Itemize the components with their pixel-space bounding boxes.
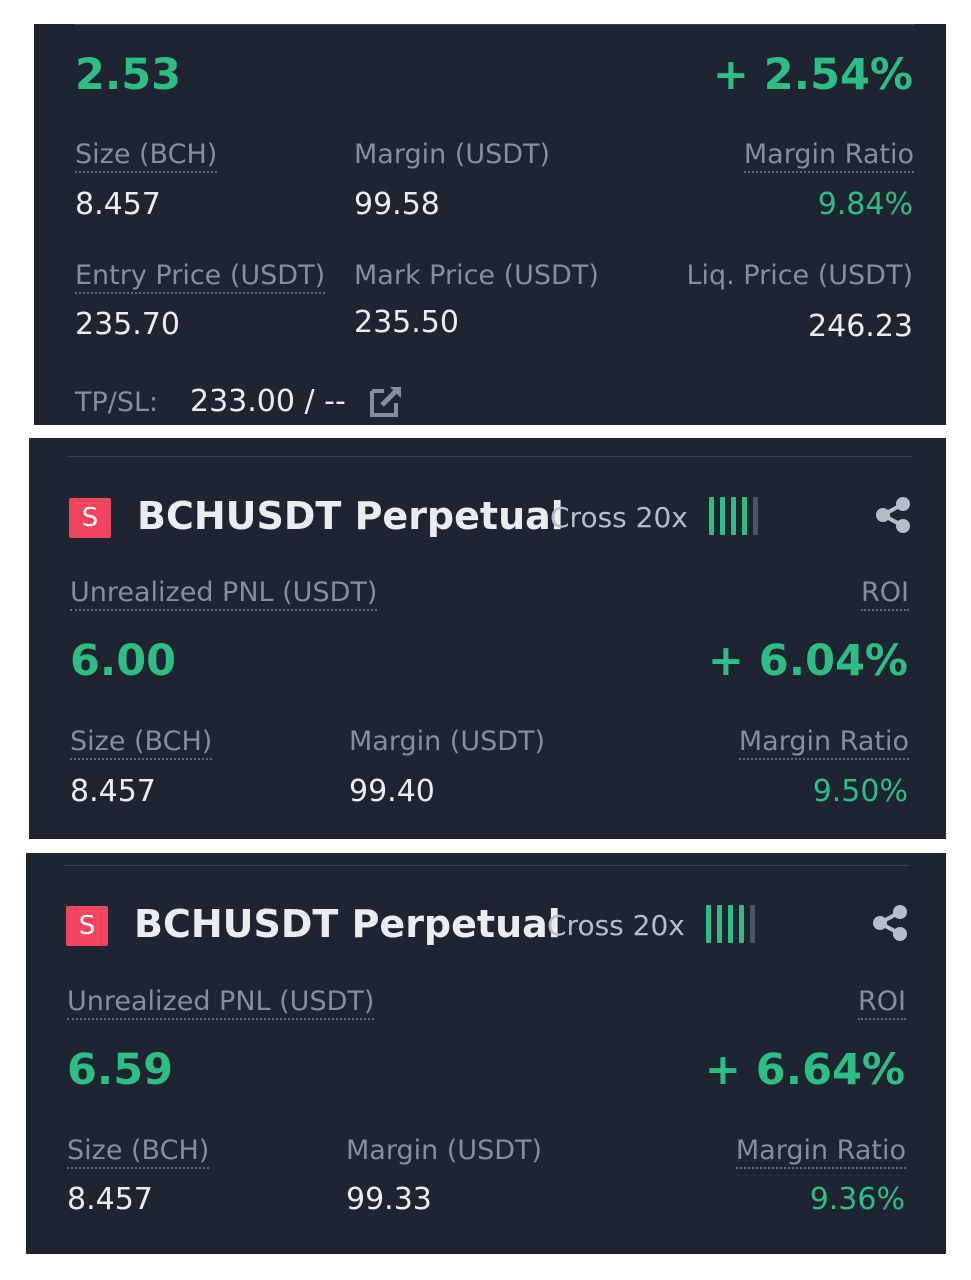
unrealized-pnl-value: 2.53 [75,50,182,100]
margin-ratio-label[interactable]: Margin Ratio [735,1135,906,1169]
margin-ratio-label[interactable]: Margin Ratio [738,726,909,760]
entry-price-value: 235.70 [75,307,180,342]
entry-price-label[interactable]: Entry Price (USDT) [75,260,326,294]
share-icon[interactable] [870,903,910,943]
divider [67,456,912,457]
margin-label: Margin (USDT) [346,1135,543,1166]
adl-bar [739,905,744,943]
unrealized-pnl-value: 6.59 [67,1045,174,1095]
margin-ratio-value: 9.36% [809,1182,905,1217]
roi-label[interactable]: ROI [858,986,906,1020]
size-value: 8.457 [70,774,156,809]
margin-ratio-value: 9.50% [812,774,908,809]
roi-value: + 2.54% [712,50,913,100]
size-value: 8.457 [67,1182,153,1217]
divider [74,24,914,25]
adl-bar [753,497,758,535]
margin-label: Margin (USDT) [349,726,546,757]
liq-price-value: 246.23 [808,309,913,344]
position-card-1: 2.53 + 2.54% Size (BCH) Margin (USDT) Ma… [34,24,946,425]
short-badge: S [66,906,108,946]
adl-indicator [706,905,755,943]
size-value: 8.457 [75,187,161,222]
position-card-3: S BCHUSDT Perpetual Cross 20x Unrealized… [26,853,946,1254]
adl-bar [709,497,714,535]
mark-price-value: 235.50 [354,305,459,340]
tpsl-label: TP/SL: [75,387,159,418]
adl-bar [720,497,725,535]
unrealized-pnl-label[interactable]: Unrealized PNL (USDT) [70,577,378,611]
liq-price-label: Liq. Price (USDT) [686,260,913,291]
roi-value: + 6.64% [704,1045,905,1095]
size-label[interactable]: Size (BCH) [75,139,218,173]
margin-value: 99.40 [349,774,435,809]
share-icon[interactable] [873,495,913,535]
position-card-2: S BCHUSDT Perpetual Cross 20x Unrealized… [29,438,946,839]
adl-bar [706,905,711,943]
margin-value: 99.33 [346,1182,432,1217]
margin-label: Margin (USDT) [354,139,551,170]
mark-price-label: Mark Price (USDT) [354,260,599,291]
edit-icon[interactable] [368,383,404,419]
tpsl-value: 233.00 / -- [190,384,346,419]
divider [64,865,909,866]
margin-mode-leverage[interactable]: Cross 20x [547,908,685,944]
size-label[interactable]: Size (BCH) [67,1135,210,1169]
symbol-title[interactable]: BCHUSDT Perpetual [134,901,561,947]
margin-value: 99.58 [354,187,440,222]
margin-ratio-value: 9.84% [817,187,913,222]
size-label[interactable]: Size (BCH) [70,726,213,760]
margin-ratio-label[interactable]: Margin Ratio [743,139,914,173]
adl-bar [731,497,736,535]
unrealized-pnl-value: 6.00 [70,636,177,686]
adl-bar [742,497,747,535]
unrealized-pnl-label[interactable]: Unrealized PNL (USDT) [67,986,375,1020]
roi-label[interactable]: ROI [861,577,909,611]
adl-indicator [709,497,758,535]
roi-value: + 6.04% [707,636,908,686]
margin-mode-leverage[interactable]: Cross 20x [550,500,688,536]
symbol-title[interactable]: BCHUSDT Perpetual [137,493,564,539]
adl-bar [717,905,722,943]
short-badge: S [69,498,111,538]
adl-bar [750,905,755,943]
adl-bar [728,905,733,943]
